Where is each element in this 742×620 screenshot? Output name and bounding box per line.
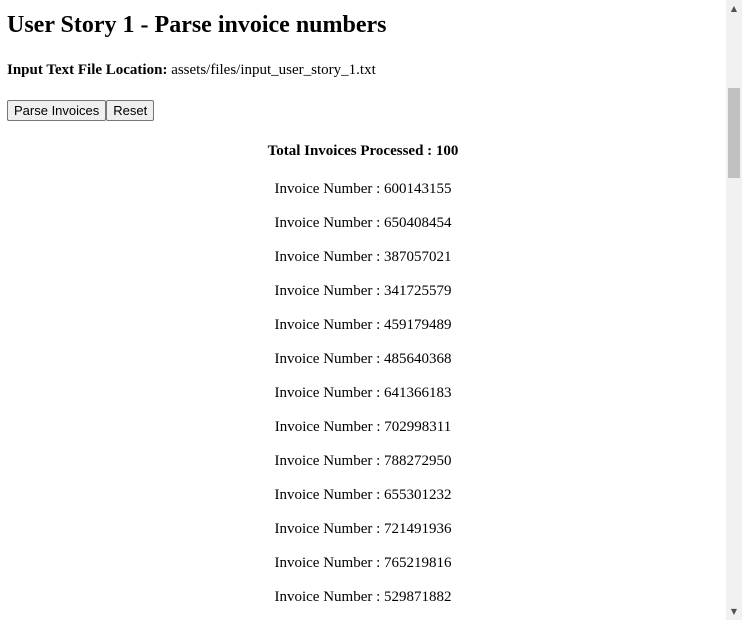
scroll-down-arrow-icon[interactable]: ▼ <box>726 603 742 620</box>
invoice-number-label: Invoice Number : <box>274 555 385 571</box>
invoice-number-value: 765219816 <box>384 555 452 571</box>
invoice-number-row: Invoice Number : 459179489 <box>0 316 726 335</box>
invoice-number-label: Invoice Number : <box>274 521 385 537</box>
page: User Story 1 - Parse invoice numbers Inp… <box>0 0 726 620</box>
invoice-number-row: Invoice Number : 721491936 <box>0 520 726 539</box>
file-location-label: Input Text File Location: <box>7 62 168 78</box>
invoice-list: Invoice Number : 600143155 Invoice Number… <box>0 180 726 607</box>
invoice-number-label: Invoice Number : <box>274 249 385 265</box>
scrollbar-thumb[interactable] <box>728 88 740 178</box>
file-location-path: assets/files/input_user_story_1.txt <box>171 62 376 78</box>
total-invoices-processed: Total Invoices Processed : 100 <box>267 143 459 159</box>
invoice-number-row: Invoice Number : 341725579 <box>0 282 726 301</box>
invoice-number-value: 341725579 <box>384 283 452 299</box>
invoice-number-label: Invoice Number : <box>274 181 385 197</box>
file-location-line: Input Text File Location: assets/files/i… <box>7 61 376 79</box>
invoice-number-value: 702998311 <box>384 419 452 435</box>
invoice-number-row: Invoice Number : 641366183 <box>0 384 726 403</box>
invoice-number-value: 655301232 <box>384 487 452 503</box>
invoice-number-row: Invoice Number : 765219816 <box>0 554 726 573</box>
invoice-number-value: 459179489 <box>384 317 452 333</box>
scroll-up-arrow-icon[interactable]: ▲ <box>726 0 742 17</box>
parse-invoices-button[interactable]: Parse Invoices <box>7 100 107 121</box>
invoice-number-value: 387057021 <box>384 249 452 265</box>
invoice-number-value: 650408454 <box>384 215 452 231</box>
invoice-number-label: Invoice Number : <box>274 385 385 401</box>
invoice-number-label: Invoice Number : <box>274 487 385 503</box>
invoice-number-value: 641366183 <box>384 385 452 401</box>
invoice-number-value: 485640368 <box>384 351 452 367</box>
invoice-number-value: 788272950 <box>384 453 452 469</box>
invoice-number-row: Invoice Number : 600143155 <box>0 180 726 199</box>
button-row: Parse Invoices Reset <box>7 100 155 121</box>
invoice-number-label: Invoice Number : <box>274 351 385 367</box>
invoice-number-label: Invoice Number : <box>274 589 385 605</box>
invoice-number-row: Invoice Number : 788272950 <box>0 452 726 471</box>
results-panel: Total Invoices Processed : 100 Invoice N… <box>0 142 726 620</box>
invoice-number-row: Invoice Number : 650408454 <box>0 214 726 233</box>
invoice-number-value: 529871882 <box>384 589 452 605</box>
invoice-number-label: Invoice Number : <box>274 317 385 333</box>
invoice-number-row: Invoice Number : 529871882 <box>0 588 726 607</box>
page-title: User Story 1 - Parse invoice numbers <box>7 12 387 38</box>
invoice-number-value: 600143155 <box>384 181 452 197</box>
invoice-number-label: Invoice Number : <box>274 419 385 435</box>
invoice-number-row: Invoice Number : 387057021 <box>0 248 726 267</box>
invoice-number-value: 721491936 <box>384 521 452 537</box>
vertical-scrollbar[interactable]: ▲ ▼ <box>726 0 742 620</box>
invoice-number-row: Invoice Number : 655301232 <box>0 486 726 505</box>
invoice-number-label: Invoice Number : <box>274 215 385 231</box>
reset-button[interactable]: Reset <box>106 100 155 121</box>
invoice-number-row: Invoice Number : 702998311 <box>0 418 726 437</box>
invoice-number-label: Invoice Number : <box>274 453 385 469</box>
invoice-number-row: Invoice Number : 485640368 <box>0 350 726 369</box>
invoice-number-label: Invoice Number : <box>274 283 385 299</box>
